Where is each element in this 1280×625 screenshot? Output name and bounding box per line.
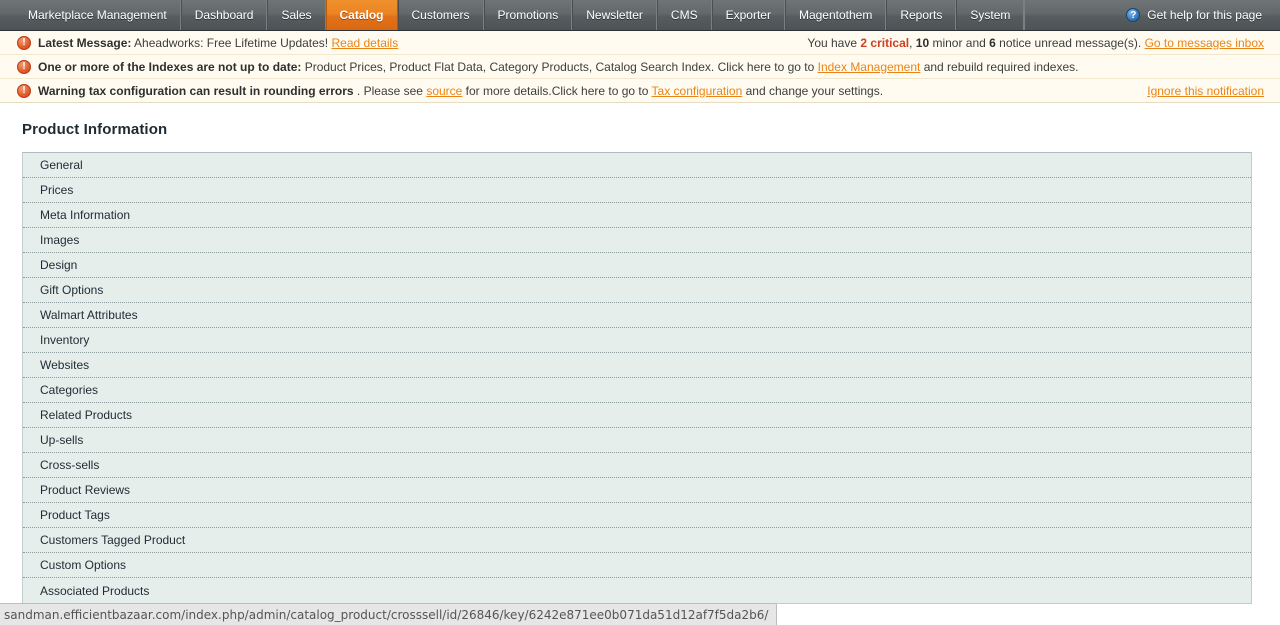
- message-indexes-content: One or more of the Indexes are not up to…: [17, 59, 1264, 75]
- unread-notice-word: notice unread message(s).: [995, 35, 1145, 50]
- tab-item-general[interactable]: General: [23, 153, 1251, 178]
- go-to-messages-inbox-link[interactable]: Go to messages inbox: [1145, 36, 1264, 50]
- tab-item-categories[interactable]: Categories: [23, 378, 1251, 403]
- page-title: Product Information: [22, 121, 168, 138]
- unread-critical-word: critical: [867, 35, 910, 50]
- question-circle-icon: ?: [1126, 8, 1141, 22]
- unread-sep-1: ,: [909, 35, 916, 50]
- tab-item-up-sells[interactable]: Up-sells: [23, 428, 1251, 453]
- tab-item-cross-sells[interactable]: Cross-sells: [23, 453, 1251, 478]
- nav-item-magentothem[interactable]: Magentothem: [784, 0, 887, 30]
- nav-item-cms[interactable]: CMS: [656, 0, 712, 30]
- tab-item-design[interactable]: Design: [23, 253, 1251, 278]
- nav-item-exporter[interactable]: Exporter: [711, 0, 785, 30]
- index-management-link[interactable]: Index Management: [818, 60, 921, 74]
- nav-item-dashboard[interactable]: Dashboard: [180, 0, 268, 30]
- nav-item-promotions[interactable]: Promotions: [483, 0, 573, 30]
- nav-spacer: [1024, 0, 1114, 30]
- nav-item-catalog[interactable]: Catalog: [325, 0, 398, 30]
- message-latest-body: Aheadworks: Free Lifetime Updates!: [131, 35, 332, 50]
- message-row-indexes: One or more of the Indexes are not up to…: [0, 55, 1280, 79]
- unread-minor-count: 10: [915, 35, 930, 50]
- tab-item-websites[interactable]: Websites: [23, 353, 1251, 378]
- warning-circle-icon: [17, 35, 31, 50]
- ignore-notification-container: Ignore this notification: [1135, 84, 1264, 98]
- tab-item-images[interactable]: Images: [23, 228, 1251, 253]
- message-latest-label: Latest Message:: [38, 35, 132, 50]
- unread-notice-count: 6: [989, 35, 996, 50]
- tab-item-gift-options[interactable]: Gift Options: [23, 278, 1251, 303]
- tab-item-meta-information[interactable]: Meta Information: [23, 203, 1251, 228]
- get-help-button[interactable]: ? Get help for this page: [1114, 0, 1280, 30]
- get-help-label: Get help for this page: [1147, 8, 1262, 22]
- message-indexes-body-after: and rebuild required indexes.: [920, 59, 1079, 74]
- notification-messages: Latest Message: Aheadworks: Free Lifetim…: [0, 31, 1280, 103]
- message-tax-content: Warning tax configuration can result in …: [17, 83, 1135, 99]
- message-tax-body-mid: for more details.Click here to go to: [462, 83, 652, 98]
- product-information-tab-list: General Prices Meta Information Images Desig…: [22, 152, 1252, 604]
- tab-item-associated-products[interactable]: Associated Products: [23, 578, 1251, 603]
- tax-configuration-link[interactable]: Tax configuration: [652, 84, 743, 98]
- nav-item-sales[interactable]: Sales: [267, 0, 326, 30]
- tab-item-product-reviews[interactable]: Product Reviews: [23, 478, 1251, 503]
- main-navigation-bar: Marketplace Management Dashboard Sales Cata…: [0, 0, 1280, 31]
- warning-circle-icon: [17, 59, 31, 74]
- tab-item-custom-options[interactable]: Custom Options: [23, 553, 1251, 578]
- browser-status-bar: sandman.efficientbazaar.com/index.php/ad…: [0, 603, 778, 625]
- unread-minor-word: minor and: [929, 35, 990, 50]
- read-details-link[interactable]: Read details: [331, 36, 398, 50]
- status-bar-url: sandman.efficientbazaar.com/index.php/ad…: [4, 607, 769, 622]
- tab-item-customers-tagged-product[interactable]: Customers Tagged Product: [23, 528, 1251, 553]
- message-tax-label: Warning tax configuration can result in …: [38, 83, 354, 98]
- warning-circle-icon: [17, 83, 31, 98]
- message-indexes-body: Product Prices, Product Flat Data, Categ…: [301, 59, 818, 74]
- unread-prefix: You have: [807, 35, 861, 50]
- tab-item-product-tags[interactable]: Product Tags: [23, 503, 1251, 528]
- message-latest-text: Latest Message: Aheadworks: Free Lifetim…: [38, 35, 398, 51]
- tab-item-prices[interactable]: Prices: [23, 178, 1251, 203]
- ignore-notification-link[interactable]: Ignore this notification: [1147, 84, 1264, 98]
- message-row-tax: Warning tax configuration can result in …: [0, 79, 1280, 103]
- message-unread-summary: You have 2 critical, 10 minor and 6 noti…: [795, 35, 1264, 51]
- nav-item-newsletter[interactable]: Newsletter: [572, 0, 657, 30]
- message-row-latest: Latest Message: Aheadworks: Free Lifetim…: [0, 31, 1280, 55]
- nav-item-marketplace-management[interactable]: Marketplace Management: [0, 0, 181, 30]
- message-indexes-text: One or more of the Indexes are not up to…: [38, 59, 1078, 75]
- message-latest-content: Latest Message: Aheadworks: Free Lifetim…: [17, 35, 795, 51]
- message-tax-body: . Please see: [353, 83, 427, 98]
- tab-item-related-products[interactable]: Related Products: [23, 403, 1251, 428]
- tab-item-inventory[interactable]: Inventory: [23, 328, 1251, 353]
- message-tax-body-after: and change your settings.: [742, 83, 884, 98]
- nav-item-system[interactable]: System: [956, 0, 1025, 30]
- tab-item-walmart-attributes[interactable]: Walmart Attributes: [23, 303, 1251, 328]
- main-content: Product Information General Prices Meta In…: [0, 103, 1280, 604]
- message-indexes-label: One or more of the Indexes are not up to…: [38, 59, 302, 74]
- tax-source-link[interactable]: source: [426, 84, 462, 98]
- nav-item-customers[interactable]: Customers: [397, 0, 484, 30]
- message-tax-text: Warning tax configuration can result in …: [38, 83, 883, 99]
- nav-item-reports[interactable]: Reports: [886, 0, 957, 30]
- nav-item-list: Marketplace Management Dashboard Sales Cata…: [0, 0, 1025, 30]
